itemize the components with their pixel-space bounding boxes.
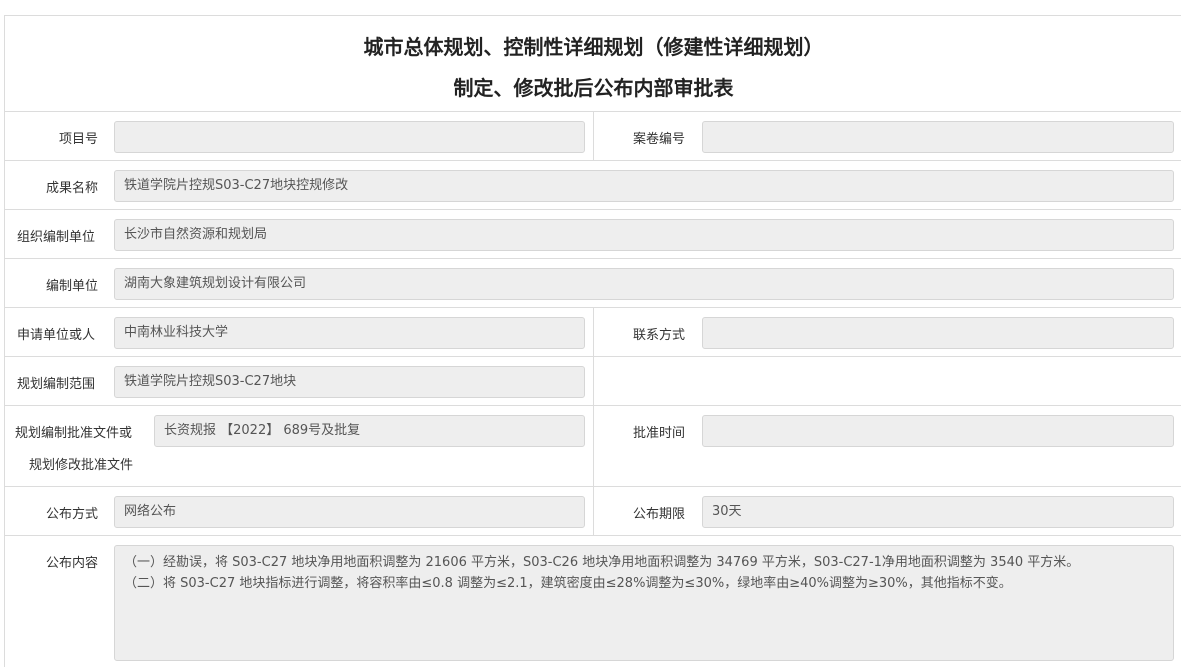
- publish-content-line-2: （二）将 S03-C27 地块指标进行调整，将容积率由≤0.8 调整为≤2.1，…: [124, 576, 1012, 591]
- publish-method-field[interactable]: 网络公布: [114, 496, 585, 528]
- project-no-label: 项目号: [59, 132, 99, 147]
- approval-time-field[interactable]: [702, 415, 1174, 447]
- row-org-unit: 组织编制单位 长沙市自然资源和规划局: [5, 210, 1181, 259]
- compile-unit-label: 编制单位: [46, 279, 99, 294]
- publish-method-label: 公布方式: [46, 507, 99, 522]
- org-unit-label: 组织编制单位: [17, 230, 96, 245]
- approval-time-label: 批准时间: [633, 426, 686, 441]
- column-divider: [593, 487, 594, 535]
- row-approval: 规划编制批准文件或 规划修改批准文件 长资规报 【2022】 689号及批复 批…: [5, 406, 1181, 487]
- form-header: 城市总体规划、控制性详细规划（修建性详细规划） 制定、修改批后公布内部审批表: [5, 16, 1181, 112]
- column-divider: [593, 357, 594, 405]
- row-scope: 规划编制范围 铁道学院片控规S03-C27地块: [5, 357, 1181, 406]
- form-title-line2: 制定、修改批后公布内部审批表: [453, 76, 734, 100]
- project-no-field[interactable]: [114, 121, 585, 153]
- row-compile-unit: 编制单位 湖南大象建筑规划设计有限公司: [5, 259, 1181, 308]
- publish-period-field[interactable]: 30天: [702, 496, 1174, 528]
- applicant-label: 申请单位或人: [17, 328, 96, 343]
- publish-content-label: 公布内容: [46, 556, 99, 571]
- archive-no-field[interactable]: [702, 121, 1174, 153]
- column-divider: [593, 406, 594, 486]
- row-publish-content: 公布内容 （一）经勘误，将 S03-C27 地块净用地面积调整为 21606 平…: [5, 536, 1181, 668]
- applicant-field[interactable]: 中南林业科技大学: [114, 317, 585, 349]
- column-divider: [593, 308, 594, 356]
- archive-no-label: 案卷编号: [633, 132, 686, 147]
- column-divider: [593, 112, 594, 160]
- scope-field[interactable]: 铁道学院片控规S03-C27地块: [114, 366, 585, 398]
- row-result-name: 成果名称 铁道学院片控规S03-C27地块控规修改: [5, 161, 1181, 210]
- row-project-archive: 项目号 案卷编号: [5, 112, 1181, 161]
- contact-field[interactable]: [702, 317, 1174, 349]
- publish-content-line-1: （一）经勘误，将 S03-C27 地块净用地面积调整为 21606 平方米，S0…: [124, 555, 1080, 570]
- result-name-field[interactable]: 铁道学院片控规S03-C27地块控规修改: [114, 170, 1174, 202]
- approval-doc-label-line1: 规划编制批准文件或: [15, 426, 133, 441]
- publish-content-textarea[interactable]: （一）经勘误，将 S03-C27 地块净用地面积调整为 21606 平方米，S0…: [114, 545, 1174, 661]
- approval-doc-field[interactable]: 长资规报 【2022】 689号及批复: [154, 415, 585, 447]
- approval-doc-label-line2: 规划修改批准文件: [29, 458, 134, 473]
- result-name-label: 成果名称: [46, 181, 99, 196]
- publish-period-label: 公布期限: [633, 507, 686, 522]
- row-applicant-contact: 申请单位或人 中南林业科技大学 联系方式: [5, 308, 1181, 357]
- compile-unit-field[interactable]: 湖南大象建筑规划设计有限公司: [114, 268, 1174, 300]
- contact-label: 联系方式: [633, 328, 686, 343]
- approval-form: 城市总体规划、控制性详细规划（修建性详细规划） 制定、修改批后公布内部审批表 项…: [4, 15, 1181, 667]
- form-title-line1: 城市总体规划、控制性详细规划（修建性详细规划）: [363, 35, 824, 59]
- org-unit-field[interactable]: 长沙市自然资源和规划局: [114, 219, 1174, 251]
- row-publish: 公布方式 网络公布 公布期限 30天: [5, 487, 1181, 536]
- scope-label: 规划编制范围: [17, 377, 96, 392]
